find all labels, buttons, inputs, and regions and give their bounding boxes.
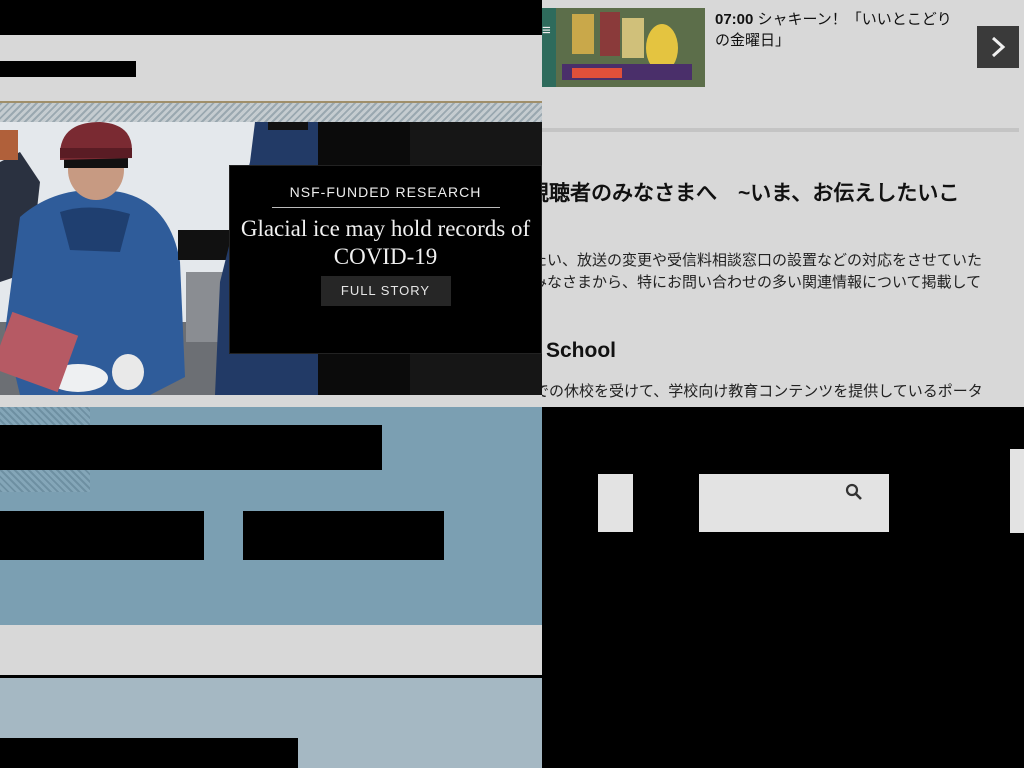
menu-icon[interactable]: ≡	[542, 22, 551, 39]
hero-caption-rule	[271, 207, 500, 208]
screen: NSF-FUNDED RESEARCH Glacial ice may hold…	[0, 0, 1024, 768]
hero-eyebrow: NSF-FUNDED RESEARCH	[289, 184, 482, 200]
logo-redacted	[0, 61, 136, 77]
bottom-right-panel	[542, 407, 1024, 768]
program-thumbnail[interactable]: ≡	[542, 8, 705, 87]
school-heading[interactable]: School	[546, 339, 616, 363]
blue-feature-band	[0, 407, 542, 625]
notice-heading[interactable]: 視聴者のみなさまへ ~いま、お伝えしたいこ	[542, 177, 959, 207]
schedule-program: シャキーン！「いいとこどり	[757, 11, 952, 28]
schedule-time: 07:00	[715, 11, 754, 28]
small-input-box[interactable]	[598, 474, 633, 532]
search-icon[interactable]	[845, 483, 863, 501]
grey-spacer-band	[0, 625, 542, 675]
band-button-redacted-2[interactable]	[243, 511, 444, 560]
edge-panel[interactable]	[1010, 449, 1024, 533]
notice-body: たい、放送の変更や受信料相談窓口の設置などの対応をさせていた みなさまから、特に…	[542, 250, 1022, 294]
school-body: での休校を受けて、学校向け教育コンテンツを提供しているポータ	[542, 383, 983, 400]
section-divider	[0, 395, 542, 407]
left-pane: NSF-FUNDED RESEARCH Glacial ice may hold…	[0, 0, 542, 768]
schedule-rule	[542, 128, 1019, 132]
band-button-redacted-1[interactable]	[0, 511, 204, 560]
hero-feature: NSF-FUNDED RESEARCH Glacial ice may hold…	[0, 122, 542, 395]
right-pane: ≡ 07:00 シャキーン！「いいとこどり の金曜日」 視聴者のみなさまへ ~い…	[542, 0, 1024, 407]
full-story-button[interactable]: FULL STORY	[320, 276, 451, 306]
band-heading-redacted	[0, 425, 382, 470]
chevron-right-icon	[991, 36, 1006, 58]
pale-band-redacted	[0, 738, 298, 768]
schedule-item[interactable]: 07:00 シャキーン！「いいとこどり の金曜日」	[715, 9, 965, 51]
program-thumbnail-art	[542, 8, 705, 87]
top-bar-redacted	[0, 0, 542, 35]
header-pattern	[0, 103, 542, 122]
next-button[interactable]	[977, 26, 1019, 68]
pale-blue-band	[0, 678, 542, 768]
schedule-program-cont: の金曜日」	[715, 32, 791, 49]
notice-body-line-2: みなさまから、特にお問い合わせの多い関連情報について掲載して	[542, 274, 982, 291]
notice-body-line-1: たい、放送の変更や受信料相談窓口の設置などの対応をさせていた	[542, 252, 983, 269]
hero-title[interactable]: Glacial ice may hold records of COVID-19	[230, 215, 541, 271]
search-input[interactable]	[699, 474, 889, 532]
hero-caption-card: NSF-FUNDED RESEARCH Glacial ice may hold…	[229, 165, 542, 354]
